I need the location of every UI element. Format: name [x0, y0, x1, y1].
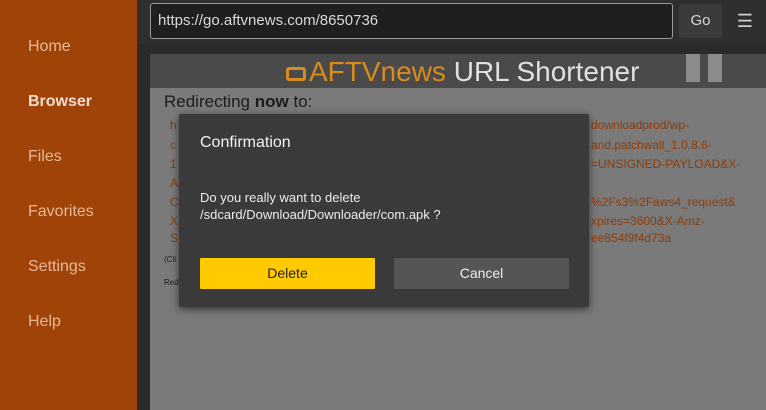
browser-toolbar: https://go.aftvnews.com/8650736 Go ☰: [137, 0, 766, 44]
redirect-url-fragment[interactable]: %2Fs3%2Faws4_request&: [591, 195, 736, 209]
redirect-url-fragment[interactable]: A: [170, 176, 178, 190]
tv-icon: [286, 67, 306, 81]
redirect-url-fragment[interactable]: X: [170, 214, 178, 228]
sidebar-item-help[interactable]: Help: [28, 313, 61, 331]
downloader-app: Home Browser Files Favorites Settings He…: [0, 0, 766, 410]
redirect-url-fragment[interactable]: S: [170, 231, 178, 245]
confirmation-dialog: Confirmation Do you really want to delet…: [179, 114, 589, 307]
redirect-url-fragment[interactable]: C: [170, 195, 179, 209]
redirect-url-fragment[interactable]: =UNSIGNED-PAYLOAD&X-: [591, 157, 740, 171]
sidebar-item-browser[interactable]: Browser: [28, 93, 92, 111]
dialog-title: Confirmation: [200, 134, 291, 151]
pause-icon: [686, 54, 726, 82]
cancel-button[interactable]: Cancel: [394, 258, 569, 289]
url-input[interactable]: https://go.aftvnews.com/8650736: [150, 3, 673, 39]
redirect-url-fragment[interactable]: c: [170, 138, 176, 152]
redirect-url-fragment[interactable]: h: [170, 118, 177, 132]
site-logo: AFTVnews URL Shortener: [286, 56, 639, 88]
sidebar-item-favorites[interactable]: Favorites: [28, 203, 94, 221]
sidebar-item-home[interactable]: Home: [28, 38, 71, 56]
note-text: (Cli: [164, 255, 176, 264]
go-button[interactable]: Go: [679, 4, 722, 38]
redirect-url-fragment[interactable]: ee854f9f4d73a: [591, 231, 671, 245]
hamburger-icon[interactable]: ☰: [730, 4, 760, 38]
note-text: Red: [164, 278, 179, 287]
sidebar: Home Browser Files Favorites Settings He…: [0, 0, 137, 410]
sidebar-item-settings[interactable]: Settings: [28, 258, 86, 276]
delete-button[interactable]: Delete: [200, 258, 375, 289]
sidebar-item-files[interactable]: Files: [28, 148, 62, 166]
redirect-url-fragment[interactable]: downloadprod/wp-: [591, 118, 689, 132]
redirect-url-fragment[interactable]: xpires=3600&X-Amz-: [591, 214, 705, 228]
web-header: AFTVnews URL Shortener: [150, 54, 766, 88]
redirect-url-fragment[interactable]: 1: [170, 157, 177, 171]
dialog-message: Do you really want to delete /sdcard/Dow…: [200, 190, 441, 222]
redirect-heading: Redirecting now to:: [164, 92, 313, 111]
redirect-url-fragment[interactable]: and.patchwall_1.0.8.6-: [591, 138, 712, 152]
